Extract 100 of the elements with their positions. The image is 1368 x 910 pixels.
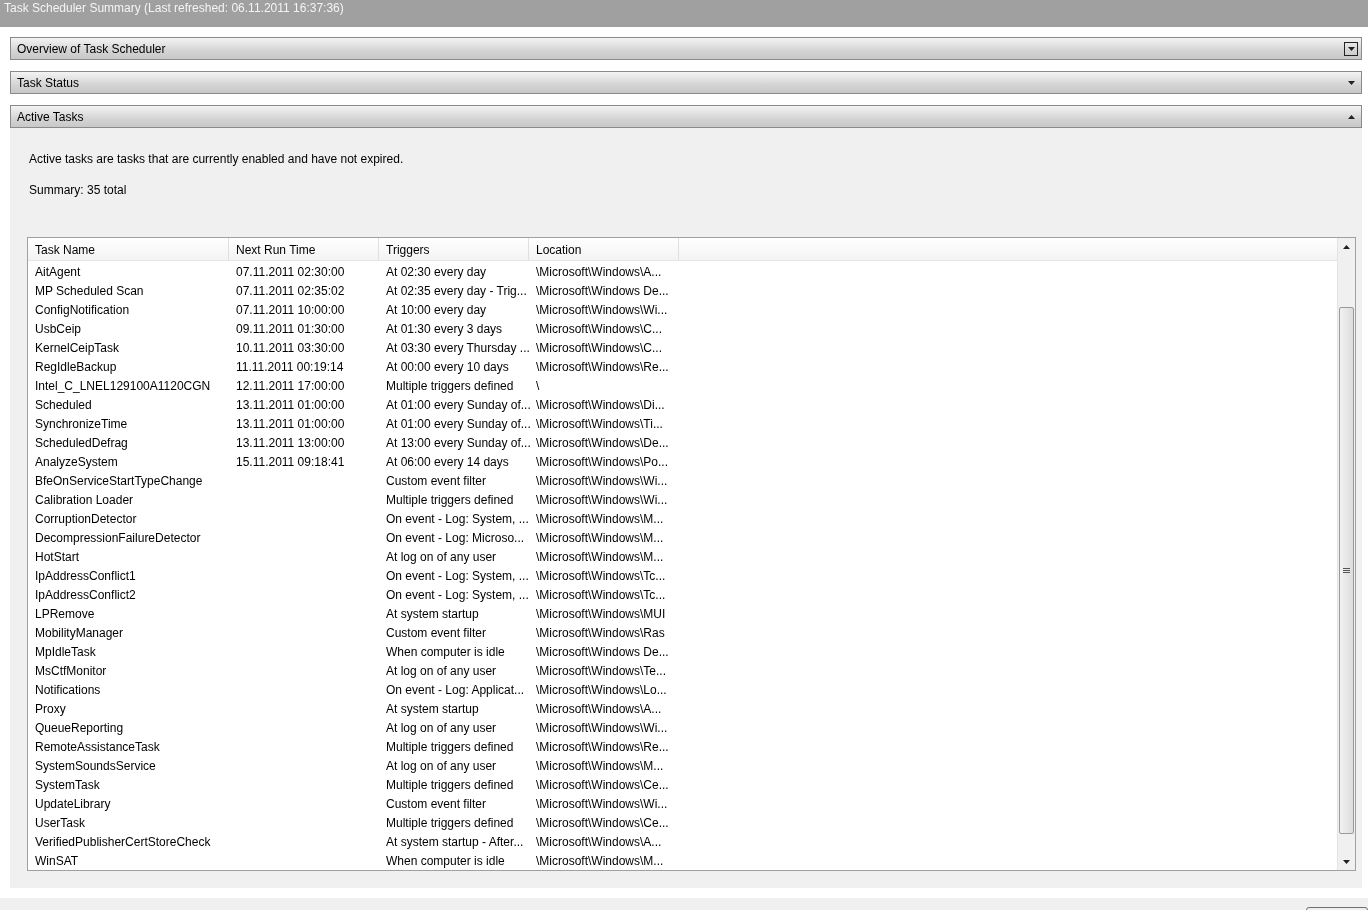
table-cell-text: At log on of any user bbox=[385, 549, 498, 564]
table-cell-text: \ bbox=[535, 378, 541, 393]
table-cell-text: 12.11.2011 17:00:00 bbox=[235, 378, 346, 393]
table-cell-text: \Microsoft\Windows\A... bbox=[535, 264, 663, 279]
expand-icon bbox=[1347, 46, 1355, 51]
table-cell-text: \Microsoft\Windows De... bbox=[535, 644, 670, 659]
table-cell-text: At 03:30 every Thursday ... bbox=[385, 340, 529, 355]
table-cell-text: 07.11.2011 02:30:00 bbox=[235, 264, 346, 279]
table-cell-text: CorruptionDetector bbox=[34, 511, 138, 526]
section-header[interactable]: Active Tasks bbox=[10, 105, 1362, 128]
table-cell-text: At 02:35 every day - Trig... bbox=[385, 283, 528, 298]
table-cell-text: \Microsoft\Windows\Ti... bbox=[535, 416, 664, 431]
table-cell-text: Custom event filter bbox=[385, 796, 488, 811]
table-cell-text: Custom event filter bbox=[385, 473, 488, 488]
table-cell-text: 07.11.2011 10:00:00 bbox=[235, 302, 346, 317]
table-cell-text: \Microsoft\Windows\De... bbox=[535, 435, 670, 450]
table-cell-text: When computer is idle bbox=[385, 853, 506, 868]
column-header[interactable]: Location bbox=[529, 238, 679, 260]
table-cell-text: 07.11.2011 02:35:02 bbox=[235, 283, 346, 298]
table-cell-text: UsbCeip bbox=[34, 321, 83, 336]
table-cell-text: \Microsoft\Windows\Te... bbox=[535, 663, 668, 678]
table-cell-text: \Microsoft\Windows De... bbox=[535, 283, 670, 298]
table-cell-text: \Microsoft\Windows\MUI bbox=[535, 606, 667, 621]
table-cell-text: On event - Log: Applicat... bbox=[385, 682, 526, 697]
expand-icon bbox=[1347, 80, 1355, 85]
table-cell-text: 13.11.2011 01:00:00 bbox=[235, 416, 346, 431]
table-cell-text: AnalyzeSystem bbox=[34, 454, 119, 469]
table-cell-text: DecompressionFailureDetector bbox=[34, 530, 202, 545]
table-cell-text: \Microsoft\Windows\M... bbox=[535, 758, 665, 773]
table-cell-text: \Microsoft\Windows\A... bbox=[535, 834, 663, 849]
table-cell-text: 15.11.2011 09:18:41 bbox=[235, 454, 346, 469]
table-cell-text: Notifications bbox=[34, 682, 102, 697]
table-cell-text: Scheduled bbox=[34, 397, 93, 412]
table-cell-text: \Microsoft\Windows\M... bbox=[535, 549, 665, 564]
table-cell-text: \Microsoft\Windows\Ce... bbox=[535, 815, 670, 830]
table-cell-text: IpAddressConflict1 bbox=[34, 568, 137, 583]
table-cell-text: When computer is idle bbox=[385, 644, 506, 659]
table-cell-text: \Microsoft\Windows\M... bbox=[535, 530, 665, 545]
table-cell-text: SynchronizeTime bbox=[34, 416, 129, 431]
table-cell-text: At 13:00 every Sunday of... bbox=[385, 435, 529, 450]
scroll-up-icon bbox=[1343, 244, 1350, 249]
description-text: Active tasks are tasks that are currently enabled and have not expired. bbox=[29, 152, 405, 166]
table-cell-text: Multiple triggers defined bbox=[385, 492, 515, 507]
table-cell-text: \Microsoft\Windows\Wi... bbox=[535, 492, 669, 507]
table-cell-text: \Microsoft\Windows\Po... bbox=[535, 454, 670, 469]
table-cell-text: \Microsoft\Windows\Re... bbox=[535, 359, 670, 374]
table-cell-text: HotStart bbox=[34, 549, 80, 564]
table-cell-text: 10.11.2011 03:30:00 bbox=[235, 340, 346, 355]
table-cell-text: \Microsoft\Windows\C... bbox=[535, 321, 664, 336]
table-cell-text: \Microsoft\Windows\A... bbox=[535, 701, 663, 716]
table-cell-text: UpdateLibrary bbox=[34, 796, 112, 811]
table-cell-text: MP Scheduled Scan bbox=[34, 283, 145, 298]
column-header[interactable]: Next Run Time bbox=[229, 238, 379, 260]
table-cell-text: MobilityManager bbox=[34, 625, 125, 640]
table-cell-text: ConfigNotification bbox=[34, 302, 131, 317]
column-header[interactable]: Task Name bbox=[28, 238, 229, 260]
table-cell-text: Calibration Loader bbox=[34, 492, 135, 507]
table-cell-text: MpIdleTask bbox=[34, 644, 97, 659]
table-cell-text: Multiple triggers defined bbox=[385, 739, 515, 754]
table-cell-text: \Microsoft\Windows\Tc... bbox=[535, 587, 667, 602]
table-cell-text: At system startup - After... bbox=[385, 834, 525, 849]
scrollbar[interactable] bbox=[1337, 238, 1355, 870]
table-cell-text: KernelCeipTask bbox=[34, 340, 121, 355]
table-cell-text: \Microsoft\Windows\Wi... bbox=[535, 473, 669, 488]
table-cell-text: LPRemove bbox=[34, 606, 96, 621]
table-cell-text: On event - Log: System, ... bbox=[385, 511, 529, 526]
table-cell-text: QueueReporting bbox=[34, 720, 125, 735]
table-cell-text: At 02:30 every day bbox=[385, 264, 488, 279]
table-cell-text: At 01:00 every Sunday of... bbox=[385, 397, 529, 412]
table-cell-text: MsCtfMonitor bbox=[34, 663, 108, 678]
table-cell-text: Multiple triggers defined bbox=[385, 815, 515, 830]
table-cell-text: On event - Log: System, ... bbox=[385, 568, 529, 583]
collapse-icon bbox=[1347, 114, 1355, 119]
table-cell-text: \Microsoft\Windows\Di... bbox=[535, 397, 666, 412]
window-title: Task Scheduler Summary (Last refreshed: 06.11.2011 16:37:36) bbox=[0, 0, 1368, 27]
table-cell-text: At 10:00 every day bbox=[385, 302, 488, 317]
table-cell-text: RegIdleBackup bbox=[34, 359, 118, 374]
table-cell-text: \Microsoft\Windows\M... bbox=[535, 853, 665, 868]
column-header[interactable]: Triggers bbox=[379, 238, 529, 260]
scroll-down-icon bbox=[1343, 859, 1350, 864]
table-cell-text: \Microsoft\Windows\Re... bbox=[535, 739, 670, 754]
table-cell-text: \Microsoft\Windows\Wi... bbox=[535, 796, 669, 811]
table-cell-text: On event - Log: Microso... bbox=[385, 530, 526, 545]
table-cell-text: SystemSoundsService bbox=[34, 758, 157, 773]
table-cell-text: \Microsoft\Windows\M... bbox=[535, 511, 665, 526]
section-header[interactable]: Task Status bbox=[10, 71, 1362, 94]
table-cell-text: At system startup bbox=[385, 606, 480, 621]
table-cell-text: \Microsoft\Windows\C... bbox=[535, 340, 664, 355]
table-cell-text: BfeOnServiceStartTypeChange bbox=[34, 473, 204, 488]
summary-text: Summary: 35 total bbox=[29, 183, 128, 197]
table-cell-text: \Microsoft\Windows\Tc... bbox=[535, 568, 667, 583]
scroll-thumb[interactable] bbox=[1339, 307, 1354, 834]
table-cell-text: \Microsoft\Windows\Ras bbox=[535, 625, 666, 640]
table-cell-text: 11.11.2011 00:19:14 bbox=[235, 359, 345, 374]
table-cell-text: UserTask bbox=[34, 815, 86, 830]
table-cell-text: VerifiedPublisherCertStoreCheck bbox=[34, 834, 212, 849]
table-cell-text: \Microsoft\Windows\Wi... bbox=[535, 302, 669, 317]
table-cell-text: \Microsoft\Windows\Lo... bbox=[535, 682, 668, 697]
section-header[interactable]: Overview of Task Scheduler bbox=[10, 37, 1362, 60]
table-cell-text: SystemTask bbox=[34, 777, 101, 792]
